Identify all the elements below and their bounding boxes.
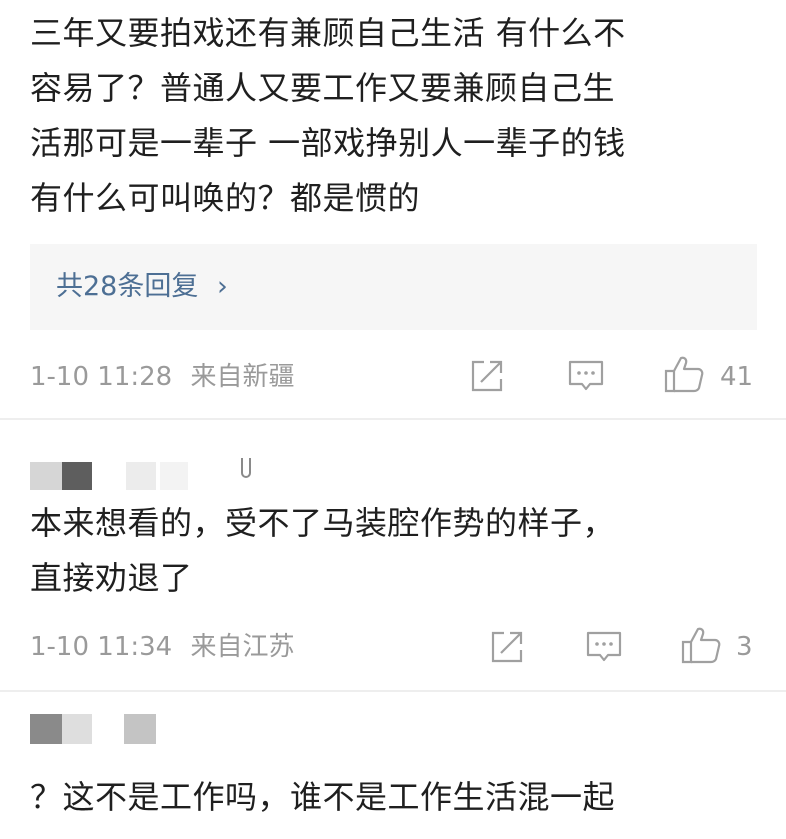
comment-line: 三年又要拍戏还有兼顾自己生活 有什么不: [30, 14, 626, 52]
avatar: [241, 458, 251, 478]
comment-location: 来自江苏: [190, 632, 295, 662]
comment-icon[interactable]: [584, 628, 624, 666]
comment-2-meta: 1-10 11:34 来自江苏: [30, 630, 294, 664]
chevron-right-icon: ›: [216, 271, 228, 302]
comment-time: 1-10 11:28: [30, 362, 173, 392]
comment-line: 容易了？普通人又要工作又要兼顾自己生: [30, 69, 616, 107]
comment-line: ？这不是工作吗，谁不是工作生活混一起: [30, 778, 616, 816]
replies-box[interactable]: 共28条回复 ›: [30, 244, 757, 330]
share-icon[interactable]: [488, 628, 526, 666]
avatar: [30, 462, 62, 490]
comment-line: 直接劝退了: [30, 559, 193, 597]
avatar: [62, 462, 92, 490]
avatar: [126, 462, 156, 490]
comment-1-meta: 1-10 11:28 来自新疆: [30, 360, 294, 394]
comment-2-text: 本来想看的，受不了马装腔作势的样子， 直接劝退了: [30, 496, 770, 606]
replies-link[interactable]: 共28条回复 ›: [56, 244, 228, 330]
avatar: [30, 714, 62, 744]
like-count: 3: [736, 632, 753, 662]
comment-line: 活那可是一辈子 一部戏挣别人一辈子的钱: [30, 124, 626, 162]
divider: [0, 418, 786, 420]
comment-location: 来自新疆: [190, 362, 295, 392]
thumbs-up-icon[interactable]: [663, 354, 705, 394]
comment-icon[interactable]: [566, 357, 606, 395]
avatar: [62, 714, 92, 744]
avatar: [160, 462, 188, 490]
avatar: [124, 714, 156, 744]
like-count: 41: [720, 362, 754, 392]
comment-line: 有什么可叫唤的？都是惯的: [30, 179, 421, 217]
replies-count-label[interactable]: 共28条回复: [56, 271, 198, 302]
comment-1-text: 三年又要拍戏还有兼顾自己生活 有什么不 容易了？普通人又要工作又要兼顾自己生 活…: [30, 6, 770, 226]
comment-line: 本来想看的，受不了马装腔作势的样子，: [30, 504, 616, 542]
share-icon[interactable]: [468, 357, 506, 395]
comment-3-text: ？这不是工作吗，谁不是工作生活混一起: [30, 770, 770, 825]
divider: [0, 690, 786, 692]
thumbs-up-icon[interactable]: [680, 625, 722, 665]
comment-time: 1-10 11:34: [30, 632, 173, 662]
